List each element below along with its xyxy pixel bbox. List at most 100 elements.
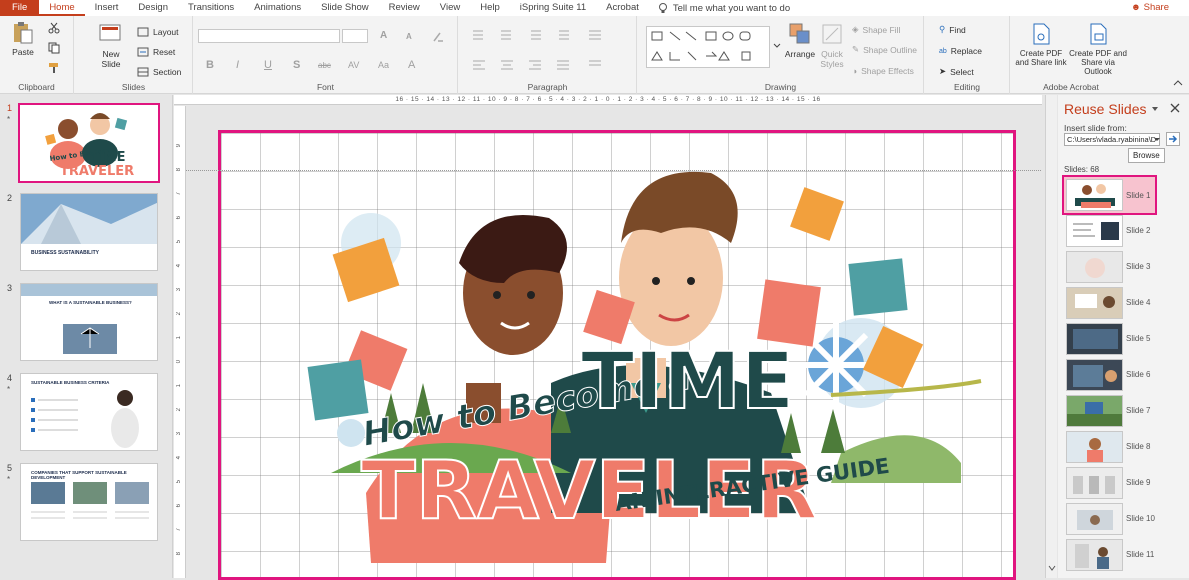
reuse-thumb-4[interactable] xyxy=(1066,287,1123,319)
cut-icon[interactable] xyxy=(48,22,60,34)
tab-insert[interactable]: Insert xyxy=(85,0,129,16)
reuse-thumb-8[interactable] xyxy=(1066,431,1123,463)
collapse-ribbon-icon[interactable] xyxy=(1173,79,1183,87)
tab-ispring[interactable]: iSpring Suite 11 xyxy=(510,0,596,16)
reuse-thumb-11-art xyxy=(1067,540,1122,570)
close-icon[interactable] xyxy=(1170,103,1180,113)
pdf-outlook-icon xyxy=(1090,23,1107,45)
italic-button[interactable]: I xyxy=(236,59,239,71)
reuse-thumb-9[interactable] xyxy=(1066,467,1123,499)
font-size-box[interactable] xyxy=(342,29,368,43)
share-button[interactable]: ☻ Share xyxy=(1131,0,1169,16)
shape-fill-button[interactable]: ◈ Shape Fill xyxy=(852,24,900,35)
shapes-more-icon[interactable] xyxy=(772,34,782,58)
thumbnail-number: 3 xyxy=(7,283,13,293)
thumbnail-2-art xyxy=(21,194,157,244)
increase-font-size[interactable]: A xyxy=(380,30,387,41)
list-buttons-icons[interactable] xyxy=(471,28,621,42)
create-pdf-outlook-button[interactable]: Create PDF and Share via Outlook xyxy=(1069,22,1127,76)
new-slide-label: New Slide xyxy=(101,49,121,69)
tab-slide-show[interactable]: Slide Show xyxy=(311,0,379,16)
thumbnail-slide-4[interactable]: SUSTAINABLE BUSINESS CRITERIA xyxy=(20,373,158,451)
create-pdf-share-link-button[interactable]: Create PDF and Share link xyxy=(1013,22,1069,67)
insert-from-label: Insert slide from: xyxy=(1064,123,1127,133)
current-slide[interactable]: How to Become a TIME TRAVELER AN INTERAC… xyxy=(218,130,1016,580)
slide-source-path-input[interactable]: C:\Users\vlada.ryabinina\D xyxy=(1064,133,1160,146)
go-button[interactable] xyxy=(1166,132,1180,146)
tab-design[interactable]: Design xyxy=(128,0,178,16)
thumbnail-number: 4 xyxy=(7,373,13,383)
scroll-down-icon[interactable] xyxy=(1048,563,1056,573)
thumbnail-3-art xyxy=(21,284,157,354)
reuse-slide-label: Slide 7 xyxy=(1126,406,1151,415)
slide-thumbnail-pane: 1 * How to Become a TIME TRAVELER 2 BUSI… xyxy=(0,95,173,578)
horizontal-ruler: 16 · 15 · 14 · 13 · 12 · 11 · 10 · 9 · 8… xyxy=(174,95,1042,105)
find-button[interactable]: ⚲ Find xyxy=(939,24,966,35)
vertical-ruler: 98 76 54 32 10 12 34 56 78 xyxy=(174,106,186,578)
drawing-group: Arrange Quick Styles ◈ Shape Fill ✎ Shape … xyxy=(638,16,924,94)
format-painter-icon[interactable] xyxy=(48,62,60,74)
copy-icon[interactable] xyxy=(48,42,60,54)
reuse-thumb-11[interactable] xyxy=(1066,539,1123,571)
reuse-thumb-6[interactable] xyxy=(1066,359,1123,391)
vertical-scrollbar[interactable] xyxy=(1045,95,1057,578)
tab-transitions[interactable]: Transitions xyxy=(178,0,244,16)
tab-review[interactable]: Review xyxy=(379,0,430,16)
strikethrough-button[interactable]: abc xyxy=(318,61,331,70)
tell-me-search[interactable]: Tell me what you want to do xyxy=(649,2,790,14)
pen-icon: ✎ xyxy=(852,44,860,54)
shape-outline-button[interactable]: ✎ Shape Outline xyxy=(852,44,917,55)
reuse-thumb-3[interactable] xyxy=(1066,251,1123,283)
path-dropdown-icon[interactable] xyxy=(1154,137,1160,143)
reuse-slide-label: Slide 8 xyxy=(1126,442,1151,451)
quick-styles-button[interactable]: Quick Styles xyxy=(816,22,848,69)
guide-line xyxy=(186,170,1041,171)
font-color-button[interactable]: A xyxy=(408,59,415,71)
tab-help[interactable]: Help xyxy=(470,0,510,16)
reuse-thumb-7[interactable] xyxy=(1066,395,1123,427)
reuse-thumb-2[interactable] xyxy=(1066,215,1123,247)
thumbnail-slide-2[interactable]: BUSINESS SUSTAINABILITY xyxy=(20,193,158,271)
bold-button[interactable]: B xyxy=(206,59,214,71)
clear-formatting-icon[interactable] xyxy=(432,31,444,43)
font-name-box[interactable] xyxy=(198,29,340,43)
reset-button[interactable]: Reset xyxy=(137,46,175,58)
select-button[interactable]: ➤ Select xyxy=(939,66,974,77)
reuse-thumb-4-art xyxy=(1067,288,1122,318)
tab-file[interactable]: File xyxy=(0,0,40,16)
character-spacing-button[interactable]: AV xyxy=(348,60,359,70)
section-button[interactable]: Section xyxy=(137,66,181,78)
reuse-thumb-9-art xyxy=(1067,468,1122,498)
tab-animations[interactable]: Animations xyxy=(244,0,311,16)
shadow-button[interactable]: S xyxy=(293,59,300,71)
shape-effects-button[interactable]: ◑ Shape Effects xyxy=(852,66,914,76)
decrease-font-size[interactable]: A xyxy=(406,32,412,41)
animation-star-icon: * xyxy=(7,385,11,394)
underline-button[interactable]: U xyxy=(264,59,272,71)
change-case-button[interactable]: Aa xyxy=(378,60,389,70)
reuse-thumb-10[interactable] xyxy=(1066,503,1123,535)
thumbnail-slide-3[interactable]: WHAT IS A SUSTAINABLE BUSINESS? xyxy=(20,283,158,361)
thumbnail-slide-1[interactable]: How to Become a TIME TRAVELER xyxy=(18,103,160,183)
ribbon-tab-bar: File Home Insert Design Transitions Anim… xyxy=(0,0,1189,16)
alignment-icons[interactable] xyxy=(471,58,621,72)
tab-home[interactable]: Home xyxy=(39,0,85,16)
paste-button[interactable]: Paste xyxy=(8,20,38,57)
shapes-gallery[interactable] xyxy=(646,26,770,68)
thumbnail-slide-5[interactable]: COMPANIES THAT SUPPORT SUSTAINABLE DEVEL… xyxy=(20,463,158,541)
slide-title-time: TIME xyxy=(581,337,794,427)
browse-button[interactable]: Browse xyxy=(1128,148,1165,163)
tab-acrobat[interactable]: Acrobat xyxy=(596,0,649,16)
replace-button[interactable]: ab Replace xyxy=(939,46,982,56)
layout-button[interactable]: Layout xyxy=(137,26,179,38)
arrange-button[interactable]: Arrange xyxy=(784,22,816,59)
new-slide-button[interactable]: New Slide xyxy=(95,22,127,69)
thumbnail-number: 1 xyxy=(7,103,13,113)
reuse-thumb-1[interactable] xyxy=(1066,179,1123,211)
pdf-link-icon xyxy=(1033,23,1050,45)
tab-view[interactable]: View xyxy=(430,0,470,16)
paste-icon xyxy=(14,22,33,44)
acrobat-group: Create PDF and Share link Create PDF and… xyxy=(1011,16,1131,94)
reuse-thumb-5[interactable] xyxy=(1066,323,1123,355)
panel-options-icon[interactable] xyxy=(1151,105,1159,113)
